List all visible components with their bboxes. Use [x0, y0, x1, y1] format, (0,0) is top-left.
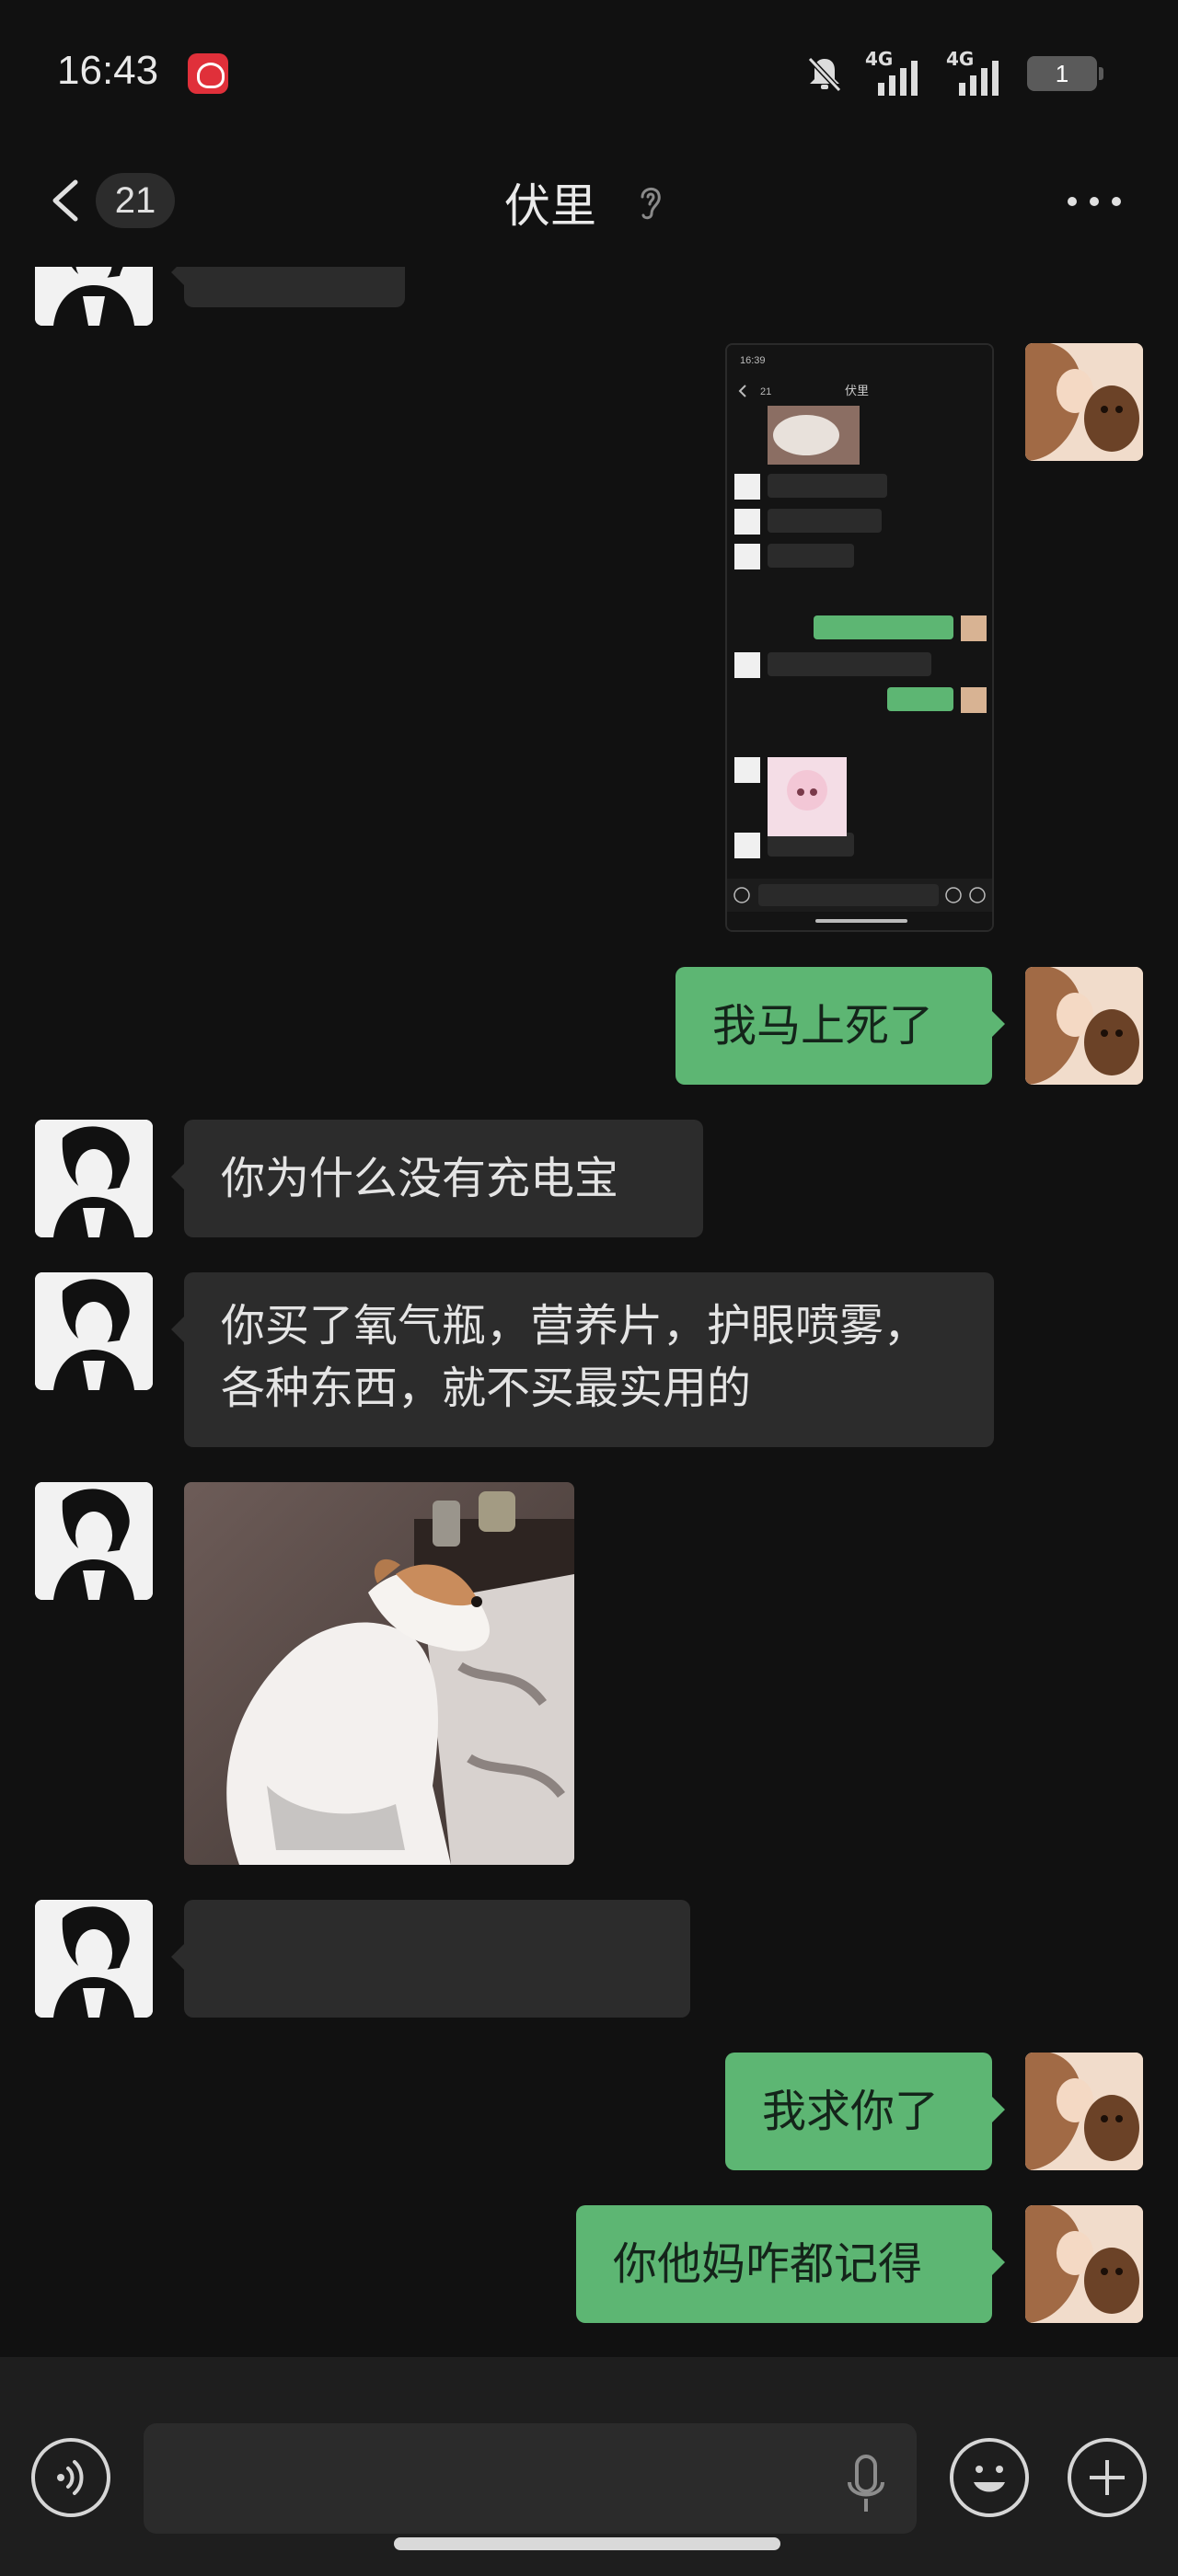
- self-avatar[interactable]: [1025, 2053, 1143, 2170]
- self-avatar[interactable]: [1025, 343, 1143, 461]
- emoji-icon[interactable]: [950, 2438, 1029, 2517]
- ear-icon: [641, 188, 661, 220]
- message-bubble-outgoing[interactable]: 你他妈咋都记得: [576, 2205, 1005, 2323]
- message-line: 你买了氧气瓶，营养片，护眼喷雾，: [221, 1300, 929, 1351]
- message-bubble-incoming[interactable]: [171, 1900, 690, 2018]
- peer-avatar[interactable]: [35, 1120, 153, 1237]
- message-bubble-incoming[interactable]: 你为什么没有充电宝: [171, 1120, 703, 1237]
- embedded-time: 16:39: [740, 355, 766, 366]
- message-bubble-incoming[interactable]: [171, 267, 405, 307]
- message-bubble-incoming[interactable]: 你买了氧气瓶，营养片，护眼喷雾， 各种东西，就不买最实用的: [171, 1272, 994, 1447]
- peer-avatar[interactable]: [35, 1272, 153, 1390]
- embedded-title: 伏里: [845, 385, 869, 398]
- dog-sticker-image[interactable]: [184, 1482, 574, 1865]
- chat-title[interactable]: 伏里: [504, 169, 596, 236]
- message-bubble-outgoing[interactable]: 我马上死了: [676, 967, 1005, 1085]
- message-input[interactable]: [144, 2423, 917, 2534]
- message-bubble-outgoing[interactable]: 我求你了: [725, 2053, 1005, 2170]
- chevron-left-icon[interactable]: [48, 178, 81, 223]
- unread-count-badge[interactable]: 21: [96, 173, 175, 228]
- mute-bell-icon: [807, 56, 842, 93]
- embedded-badge: 21: [760, 386, 771, 397]
- more-dots-icon[interactable]: [1068, 195, 1123, 208]
- status-icons: 4G 4G 1: [804, 48, 1103, 99]
- notification-app-icon: [188, 53, 228, 94]
- screenshot-image-message[interactable]: 16:39 21 伏里: [725, 343, 994, 932]
- self-avatar[interactable]: [1025, 2205, 1143, 2323]
- battery-indicator: 1: [1027, 56, 1103, 91]
- home-indicator[interactable]: [394, 2537, 780, 2550]
- peer-avatar[interactable]: [35, 267, 153, 326]
- peer-avatar[interactable]: [35, 1900, 153, 2018]
- status-bar: 16:43 4G 4G 1: [0, 0, 1178, 147]
- status-time: 16:43: [57, 48, 159, 93]
- voice-icon[interactable]: [31, 2438, 110, 2517]
- message-list[interactable]: 16:39 21 伏里 我马上死了 你为什么没有充电宝 你买了氧气瓶，营养片，护…: [0, 267, 1178, 2357]
- self-avatar[interactable]: [1025, 967, 1143, 1085]
- mic-icon[interactable]: [843, 2453, 889, 2519]
- plus-icon[interactable]: [1068, 2438, 1147, 2517]
- peer-avatar[interactable]: [35, 1482, 153, 1600]
- signal-icon-2: 4G: [946, 48, 1007, 96]
- signal-icon-1: 4G: [865, 48, 926, 96]
- message-line: 各种东西，就不买最实用的: [221, 1363, 752, 1414]
